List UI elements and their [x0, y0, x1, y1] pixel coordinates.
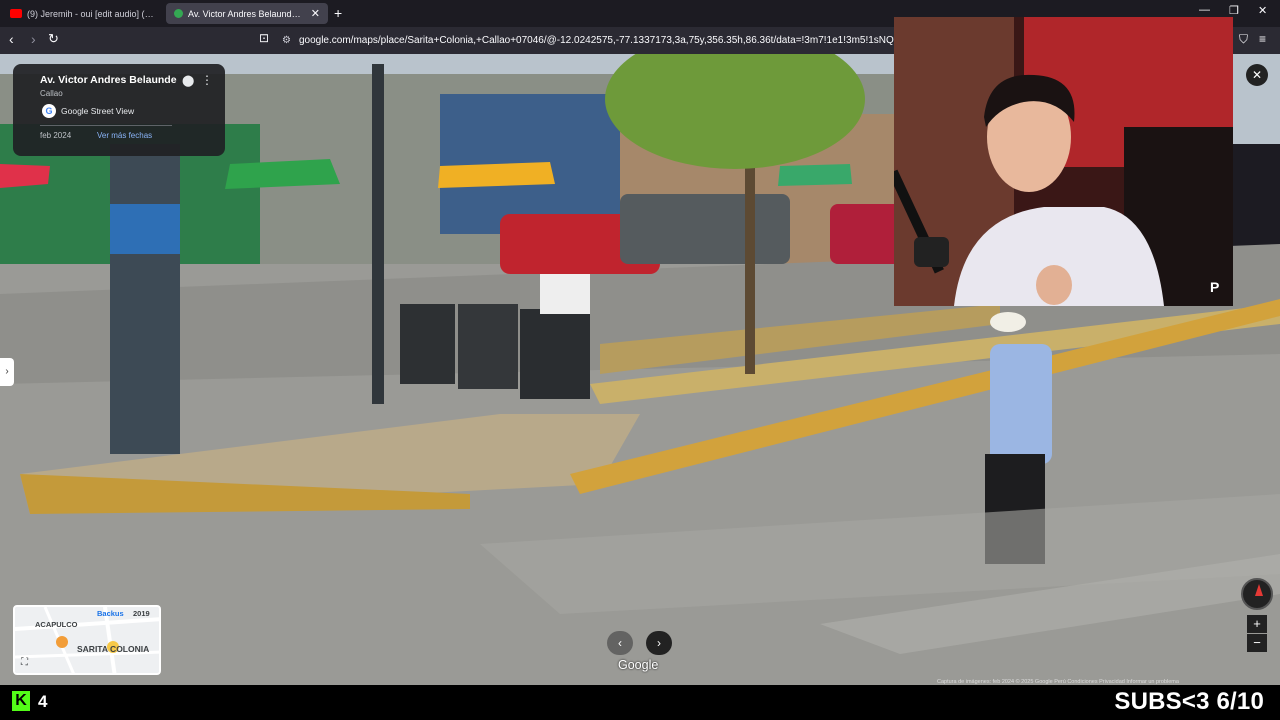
subs-goal-text: SUBS<3 6/10 — [1114, 688, 1264, 715]
close-tab-icon[interactable]: ✕ — [311, 7, 320, 20]
source-label: Google Street View — [61, 106, 135, 116]
zoom-out-button[interactable]: − — [1247, 634, 1267, 652]
youtube-icon — [10, 9, 22, 18]
bookmark-icon[interactable]: ⊡ — [259, 31, 269, 45]
divider — [40, 125, 172, 126]
capture-date: feb 2024 — [40, 131, 72, 140]
restore-icon[interactable]: ❐ — [1229, 4, 1239, 17]
webcam-logo: P — [1210, 279, 1220, 295]
minimap-label-backus: Backus — [97, 609, 124, 618]
minimap[interactable]: Backus 2019 ACAPULCO SARITA COLONIA ⛶ — [13, 605, 161, 675]
expand-panel-icon[interactable]: › — [0, 358, 14, 386]
google-maps-icon — [174, 9, 183, 18]
more-options-icon[interactable]: ⋮ — [201, 73, 213, 87]
compass-icon[interactable] — [1241, 578, 1273, 610]
minimap-label-year: 2019 — [133, 609, 150, 618]
previous-arrow-icon[interactable]: ‹ — [607, 631, 633, 655]
plus-icon[interactable]: + — [334, 5, 342, 21]
minimize-icon[interactable]: — — [1199, 4, 1210, 16]
place-subtitle: Callao — [40, 89, 63, 98]
site-info-icon[interactable]: ⚙ — [282, 35, 291, 46]
expand-icon[interactable]: ⛶ — [21, 657, 28, 668]
webcam-overlay: P — [894, 17, 1233, 306]
viewer-count: 4 — [38, 692, 48, 711]
tab-youtube[interactable]: (9) Jeremih - oui [edit audio] (rizz son — [2, 3, 162, 24]
tab-title: (9) Jeremih - oui [edit audio] (rizz son — [27, 8, 154, 19]
street-view-info-card: Av. Victor Andres Belaunde Callao ⬤ ⋮ G … — [13, 64, 225, 156]
address-bar[interactable]: ⚙ google.com/maps/place/Sarita+Colonia,+… — [282, 30, 894, 51]
menu-icon[interactable]: ≡ — [1259, 32, 1266, 46]
minimap-label-sarita-colonia: SARITA COLONIA — [77, 644, 150, 654]
url-text: google.com/maps/place/Sarita+Colonia,+Ca… — [298, 35, 894, 46]
compass-needle — [1255, 584, 1263, 596]
google-watermark: Google — [618, 658, 659, 672]
close-icon[interactable]: ✕ — [1246, 64, 1268, 86]
next-arrow-icon[interactable]: › — [646, 631, 672, 655]
place-title: Av. Victor Andres Belaunde — [40, 74, 177, 86]
forward-icon[interactable]: › — [31, 31, 36, 47]
location-pin-icon[interactable]: ⬤ — [182, 74, 194, 87]
minimap-label-acapulco: ACAPULCO — [35, 620, 78, 629]
streamer-webcam-image — [894, 17, 1233, 306]
close-window-icon[interactable]: ✕ — [1258, 4, 1267, 17]
kick-logo-icon: K — [12, 691, 30, 711]
google-logo-icon: G — [42, 104, 56, 118]
back-icon[interactable]: ‹ — [9, 31, 14, 47]
tab-google-maps[interactable]: Av. Victor Andres Belaunde - Go ✕ — [166, 3, 328, 24]
reload-icon[interactable]: ↻ — [48, 31, 59, 47]
tab-title: Av. Victor Andres Belaunde - Go — [188, 8, 305, 19]
zoom-in-button[interactable]: + — [1247, 615, 1267, 633]
shield-icon[interactable]: ⛉ — [1239, 32, 1248, 47]
stream-overlay-bar: K 4 SUBS<3 6/10 — [0, 685, 1280, 720]
more-dates-link[interactable]: Ver más fechas — [97, 131, 152, 140]
